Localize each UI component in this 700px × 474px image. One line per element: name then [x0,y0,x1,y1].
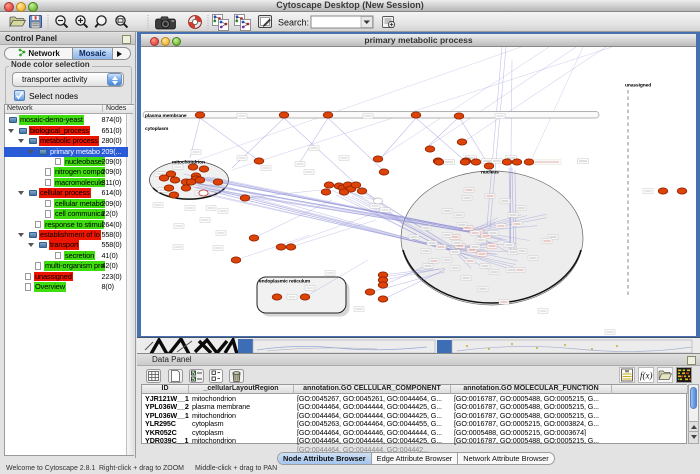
svg-text:f(x): f(x) [640,371,653,381]
svg-text:Search:: Search: [278,18,309,28]
svg-text:plasma membrane: plasma membrane [145,113,187,119]
svg-text:unassigned: unassigned [625,83,651,89]
svg-text:endoplasmic reticulum: endoplasmic reticulum [259,279,311,285]
svg-text:nucleus: nucleus [481,170,499,176]
svg-text:cytoplasm: cytoplasm [145,126,169,132]
